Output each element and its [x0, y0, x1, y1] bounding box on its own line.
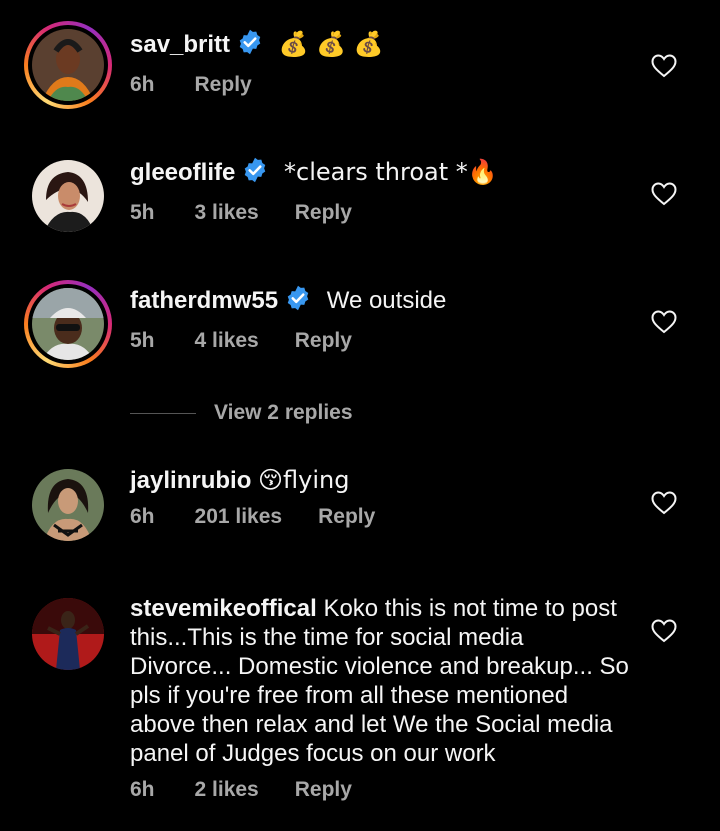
- heart-outline-icon[interactable]: [651, 491, 677, 515]
- reply-button[interactable]: Reply: [295, 201, 352, 225]
- avatar[interactable]: [24, 461, 112, 549]
- comment-text: *clears throat *🔥: [284, 158, 498, 186]
- view-replies-button[interactable]: View 2 replies: [130, 398, 353, 428]
- like-count[interactable]: 4 likes: [195, 329, 259, 353]
- username[interactable]: stevemikeoffical: [130, 595, 317, 622]
- reply-button[interactable]: Reply: [195, 73, 252, 97]
- comment-time: 5h: [130, 201, 155, 224]
- reply-button[interactable]: Reply: [295, 329, 352, 353]
- avatar-image: [32, 469, 104, 541]
- comment-time: 6h: [130, 73, 155, 96]
- comment-time: 6h: [130, 505, 155, 528]
- heart-outline-icon[interactable]: [651, 54, 677, 78]
- avatar[interactable]: [24, 590, 112, 678]
- username[interactable]: sav_britt: [130, 31, 230, 58]
- avatar[interactable]: [24, 152, 112, 240]
- verified-badge-icon: [241, 156, 269, 191]
- avatar-image: [32, 288, 104, 360]
- username[interactable]: gleeoflife: [130, 159, 235, 186]
- like-count[interactable]: 2 likes: [195, 778, 259, 802]
- heart-outline-icon[interactable]: [651, 182, 677, 206]
- view-replies-label: View 2 replies: [214, 401, 353, 424]
- username[interactable]: jaylinrubio: [130, 467, 251, 494]
- verified-badge-icon: [284, 284, 312, 319]
- comment-text: 💰 💰 💰: [278, 30, 384, 58]
- divider: [130, 412, 196, 414]
- comment-text: We outside: [326, 287, 447, 314]
- heart-outline-icon[interactable]: [651, 310, 677, 334]
- avatar-image: [32, 160, 104, 232]
- username[interactable]: fatherdmw55: [130, 287, 278, 314]
- verified-badge-icon: [236, 28, 264, 63]
- like-count[interactable]: 3 likes: [195, 201, 259, 225]
- comment-time: 6h: [130, 778, 155, 801]
- reply-button[interactable]: Reply: [318, 505, 375, 529]
- reply-button[interactable]: Reply: [295, 778, 352, 802]
- avatar[interactable]: [24, 21, 112, 109]
- avatar[interactable]: [24, 280, 112, 368]
- comment-text: 😚flying: [258, 466, 350, 494]
- like-count[interactable]: 201 likes: [195, 505, 283, 529]
- comment-time: 5h: [130, 329, 155, 352]
- heart-outline-icon[interactable]: [651, 619, 677, 643]
- avatar-image: [32, 598, 104, 670]
- avatar-image: [32, 29, 104, 101]
